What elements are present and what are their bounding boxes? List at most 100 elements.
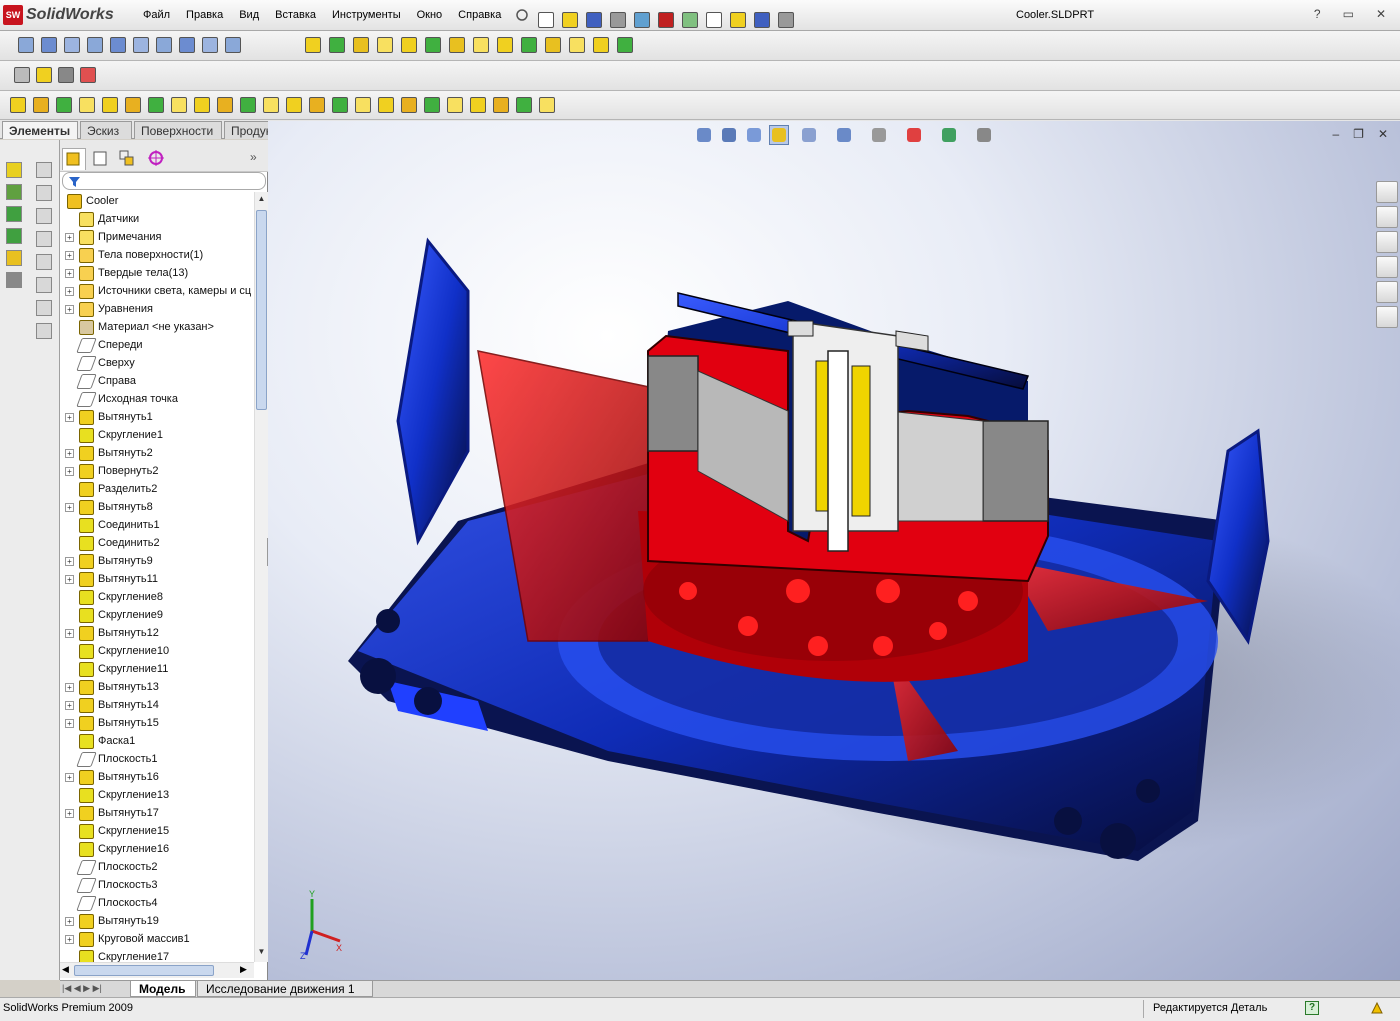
menu-item-4[interactable]: Инструменты — [332, 9, 401, 21]
strip-tool-icon-7[interactable] — [36, 185, 52, 201]
tree-item[interactable]: Скругление16 — [60, 840, 254, 858]
feature-icon-20[interactable] — [470, 97, 486, 113]
tab-configuration-manager[interactable] — [116, 148, 140, 170]
feature-icon-9[interactable] — [217, 97, 233, 113]
expand-icon[interactable]: + — [65, 250, 74, 260]
graphics-area[interactable]: – ❐ ✕ Y X Z — [268, 121, 1400, 980]
tree-item[interactable]: + Вытянуть2 — [60, 444, 254, 462]
expand-icon[interactable]: + — [65, 700, 74, 710]
tab-model[interactable]: Модель — [130, 981, 196, 997]
tree-item[interactable]: Датчики — [60, 210, 254, 228]
misc-icon-0[interactable] — [14, 67, 30, 83]
menu-item-5[interactable]: Окно — [417, 9, 443, 21]
tool-icon-3[interactable] — [377, 37, 393, 53]
tree-item[interactable]: + Вытянуть19 — [60, 912, 254, 930]
tree-horizontal-scrollbar[interactable]: ◀ ▶ — [60, 962, 254, 978]
tool-icon-5[interactable] — [425, 37, 441, 53]
strip-tool-icon-9[interactable] — [36, 231, 52, 247]
expand-icon[interactable]: + — [65, 268, 74, 278]
menu-item-0[interactable]: Файл — [143, 9, 170, 21]
tree-item[interactable]: Соединить1 — [60, 516, 254, 534]
tree-item[interactable]: + Вытянуть16 — [60, 768, 254, 786]
feature-icon-6[interactable] — [148, 97, 164, 113]
tree-item[interactable]: Разделить2 — [60, 480, 254, 498]
tree-item[interactable]: Скругление10 — [60, 642, 254, 660]
scroll-left-icon[interactable]: ◀ — [62, 964, 69, 975]
scroll-up-icon[interactable]: ▲ — [256, 194, 267, 206]
strip-tool-icon-3[interactable] — [6, 228, 22, 244]
expand-icon[interactable]: + — [65, 448, 74, 458]
menu-item-1[interactable]: Правка — [186, 9, 223, 21]
feature-icon-13[interactable] — [309, 97, 325, 113]
tree-item[interactable]: + Вытянуть8 — [60, 498, 254, 516]
tree-item[interactable]: + Вытянуть1 — [60, 408, 254, 426]
tool-icon-7[interactable] — [473, 37, 489, 53]
expand-icon[interactable]: + — [65, 466, 74, 476]
expand-icon[interactable]: + — [65, 412, 74, 422]
view-icon-1[interactable] — [41, 37, 57, 53]
tree-item[interactable]: Плоскость1 — [60, 750, 254, 768]
expand-icon[interactable]: + — [65, 232, 74, 242]
tree-item[interactable]: + Твердые тела(13) — [60, 264, 254, 282]
quick-icon-2[interactable] — [586, 12, 602, 28]
pin-icon[interactable] — [515, 8, 529, 22]
view-icon-5[interactable] — [133, 37, 149, 53]
feature-icon-14[interactable] — [332, 97, 348, 113]
restore-button[interactable]: ▭ — [1343, 7, 1354, 21]
misc-icon-3[interactable] — [80, 67, 96, 83]
app-logo[interactable]: SW SolidWorks — [3, 4, 114, 26]
tree-item[interactable]: Скругление8 — [60, 588, 254, 606]
tree-item[interactable]: Скругление13 — [60, 786, 254, 804]
feature-icon-15[interactable] — [355, 97, 371, 113]
tree-item[interactable]: + Вытянуть12 — [60, 624, 254, 642]
tree-item[interactable]: Справа — [60, 372, 254, 390]
expand-icon[interactable]: + — [65, 718, 74, 728]
tree-item[interactable]: + Вытянуть17 — [60, 804, 254, 822]
expand-icon[interactable]: + — [65, 934, 74, 944]
tab-motion-study[interactable]: Исследование движения 1 — [197, 981, 373, 997]
view-icon-6[interactable] — [156, 37, 172, 53]
feature-icon-17[interactable] — [401, 97, 417, 113]
feature-icon-1[interactable] — [33, 97, 49, 113]
strip-tool-icon-2[interactable] — [6, 206, 22, 222]
feature-icon-0[interactable] — [10, 97, 26, 113]
tree-item[interactable]: + Повернуть2 — [60, 462, 254, 480]
tree-item[interactable]: + Вытянуть9 — [60, 552, 254, 570]
strip-tool-icon-8[interactable] — [36, 208, 52, 224]
tree-item[interactable]: Скругление11 — [60, 660, 254, 678]
tree-item[interactable]: + Примечания — [60, 228, 254, 246]
quick-icon-5[interactable] — [658, 12, 674, 28]
quick-icon-9[interactable] — [754, 12, 770, 28]
tree-item[interactable]: Плоскость3 — [60, 876, 254, 894]
strip-tool-icon-11[interactable] — [36, 277, 52, 293]
strip-tool-icon-1[interactable] — [6, 184, 22, 200]
tool-icon-9[interactable] — [521, 37, 537, 53]
expand-icon[interactable]: + — [65, 628, 74, 638]
view-icon-2[interactable] — [64, 37, 80, 53]
scroll-down-icon[interactable]: ▼ — [256, 947, 267, 959]
tree-item[interactable]: Фаска1 — [60, 732, 254, 750]
tree-item[interactable]: Скругление17 — [60, 948, 254, 962]
feature-icon-18[interactable] — [424, 97, 440, 113]
strip-tool-icon-10[interactable] — [36, 254, 52, 270]
expand-icon[interactable]: + — [65, 502, 74, 512]
strip-tool-icon-6[interactable] — [36, 162, 52, 178]
feature-icon-4[interactable] — [102, 97, 118, 113]
expand-icon[interactable]: + — [65, 556, 74, 566]
tree-item[interactable]: + Круговой массив1 — [60, 930, 254, 948]
quick-icon-7[interactable] — [706, 12, 722, 28]
quick-icon-6[interactable] — [682, 12, 698, 28]
close-button[interactable]: ✕ — [1376, 7, 1386, 21]
misc-icon-1[interactable] — [36, 67, 52, 83]
strip-tool-icon-13[interactable] — [36, 323, 52, 339]
feature-icon-12[interactable] — [286, 97, 302, 113]
tab-dimxpert[interactable] — [145, 148, 169, 170]
view-icon-3[interactable] — [87, 37, 103, 53]
feature-icon-22[interactable] — [516, 97, 532, 113]
tool-icon-13[interactable] — [617, 37, 633, 53]
view-icon-9[interactable] — [225, 37, 241, 53]
view-icon-0[interactable] — [18, 37, 34, 53]
tree-item[interactable]: Спереди — [60, 336, 254, 354]
feature-icon-7[interactable] — [171, 97, 187, 113]
strip-tool-icon-12[interactable] — [36, 300, 52, 316]
